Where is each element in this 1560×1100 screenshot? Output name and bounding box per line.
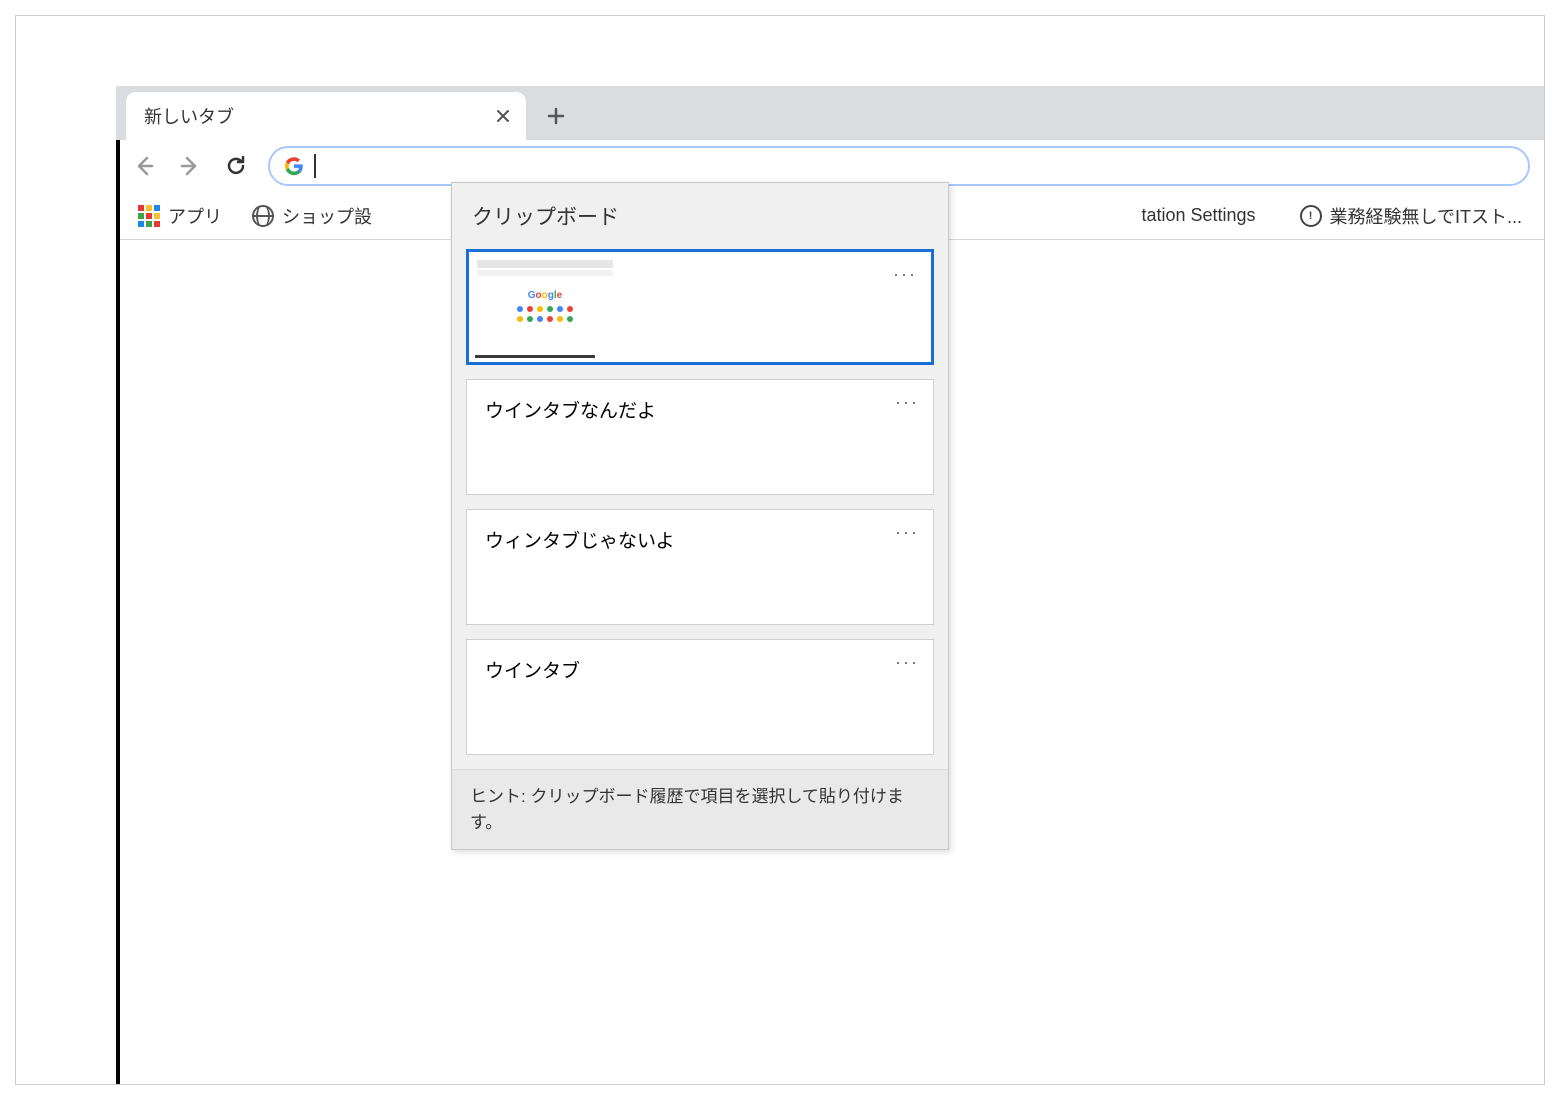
- key-icon: !: [1300, 205, 1322, 227]
- clipboard-item-text: ウインタブ: [485, 661, 580, 682]
- globe-icon: [252, 205, 274, 227]
- browser-window: 新しいタブ: [116, 86, 1544, 1084]
- settings-label: tation Settings: [1141, 205, 1255, 226]
- clipboard-list: Google ··· ウインタブなんだよ ··· ウィンタブじゃないよ: [452, 249, 948, 769]
- new-tab-button[interactable]: [538, 98, 574, 134]
- apps-label: アプリ: [168, 203, 222, 229]
- settings-bookmark[interactable]: tation Settings: [1131, 201, 1265, 230]
- clipboard-item[interactable]: ウインタブなんだよ ···: [466, 379, 934, 495]
- google-g-icon: [284, 156, 304, 176]
- clipboard-item[interactable]: Google ···: [466, 249, 934, 365]
- close-tab-icon[interactable]: [494, 107, 512, 125]
- apps-bookmark[interactable]: アプリ: [128, 199, 232, 233]
- forward-button[interactable]: [176, 152, 204, 180]
- tab-title: 新しいタブ: [144, 103, 234, 129]
- clipboard-title: クリップボード: [452, 183, 948, 249]
- it-label: 業務経験無しでITスト...: [1330, 203, 1522, 229]
- tab-strip: 新しいタブ: [116, 86, 1544, 140]
- text-cursor: [314, 154, 316, 178]
- clipboard-item-text: ウィンタブじゃないよ: [485, 531, 675, 552]
- apps-grid-icon: [138, 205, 160, 227]
- omnibox[interactable]: [268, 146, 1530, 186]
- shop-bookmark[interactable]: ショップ設: [242, 199, 382, 233]
- shop-label: ショップ設: [282, 203, 372, 229]
- reload-button[interactable]: [222, 152, 250, 180]
- kebab-icon[interactable]: ···: [895, 652, 919, 673]
- it-bookmark[interactable]: ! 業務経験無しでITスト...: [1290, 199, 1532, 233]
- kebab-icon[interactable]: ···: [893, 264, 917, 285]
- active-tab[interactable]: 新しいタブ: [126, 92, 526, 140]
- kebab-icon[interactable]: ···: [895, 522, 919, 543]
- clipboard-hint: ヒント: クリップボード履歴で項目を選択して貼り付けます。: [452, 769, 948, 849]
- clipboard-item[interactable]: ウィンタブじゃないよ ···: [466, 509, 934, 625]
- back-button[interactable]: [130, 152, 158, 180]
- clipboard-item-text: ウインタブなんだよ: [485, 401, 656, 422]
- window-left-edge: [116, 86, 120, 1084]
- clipboard-item[interactable]: ウインタブ ···: [466, 639, 934, 755]
- clipboard-thumbnail: Google: [475, 258, 615, 358]
- clipboard-panel: クリップボード Google ··· ウインタブなんだよ: [451, 182, 949, 850]
- kebab-icon[interactable]: ···: [895, 392, 919, 413]
